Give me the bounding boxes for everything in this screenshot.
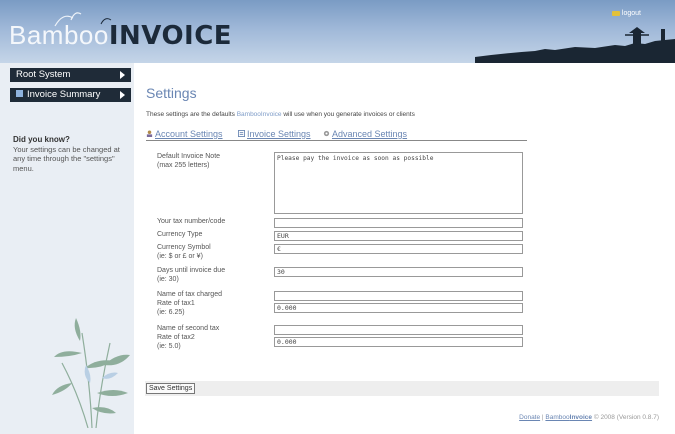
- settings-tabs: Account Settings Invoice Settings Advanc…: [146, 127, 527, 141]
- tax2-name-field[interactable]: [274, 325, 523, 335]
- label-line: Days until invoice due: [157, 267, 226, 274]
- label-hint: (ie: 5.0): [157, 342, 181, 350]
- label-line: Name of second tax: [157, 325, 220, 332]
- tax1-name-field[interactable]: [274, 291, 523, 301]
- tax1-rate-value: 0.000: [277, 304, 297, 312]
- invoice-note-value: Please pay the invoice as soon as possib…: [277, 155, 434, 162]
- account-icon: [146, 130, 153, 138]
- tax1-rate-field[interactable]: 0.000: [274, 303, 523, 313]
- tax2-rate-field[interactable]: 0.000: [274, 337, 523, 347]
- tab-label: Account Settings: [155, 129, 223, 139]
- save-settings-button[interactable]: Save Settings: [146, 383, 196, 394]
- invoice-note-label: Default Invoice Note (max 255 letters): [157, 153, 220, 171]
- currency-type-field[interactable]: EUR: [274, 231, 523, 241]
- sidebar-item-label: Root System: [16, 69, 71, 80]
- chevron-right-icon: [120, 91, 125, 99]
- bamboo-leaf-icon: [54, 12, 112, 27]
- sidebar-item-label: Invoice Summary: [27, 89, 101, 100]
- square-icon: [16, 89, 23, 97]
- label-line: Default Invoice Note: [157, 153, 221, 160]
- footer-copyright: © 2008 (Version 0.8.7): [592, 414, 659, 421]
- sidebar-item-invoice-summary[interactable]: Invoice Summary: [10, 88, 131, 102]
- save-bar: Save Settings: [145, 381, 659, 396]
- currency-type-label: Currency Type: [157, 231, 203, 238]
- label-line: Rate of tax2: [157, 333, 195, 341]
- label-hint: (ie: 30): [157, 275, 179, 283]
- currency-symbol-field[interactable]: €: [274, 244, 523, 254]
- currency-symbol-value: €: [277, 245, 281, 253]
- label-hint: (ie: $ or £ or ¥): [157, 252, 203, 260]
- tax-code-field[interactable]: [274, 218, 523, 228]
- sidebar: Root System Invoice Summary Did you know…: [0, 63, 134, 434]
- footer: Donate | BambooInvoice © 2008 (Version 0…: [519, 414, 659, 421]
- tab-invoice-settings[interactable]: Invoice Settings: [238, 129, 311, 139]
- gear-icon: [323, 131, 330, 137]
- label-line: Name of tax charged: [157, 291, 222, 298]
- tax-code-label: Your tax number/code: [157, 218, 226, 225]
- tax2-label: Name of second tax Rate of tax2 (ie: 5.0…: [157, 325, 219, 352]
- bamboo-invoice-link[interactable]: BambooInvoice: [545, 414, 592, 421]
- currency-symbol-label: Currency Symbol (ie: $ or £ or ¥): [157, 244, 211, 262]
- intro-text-end: will use when you generate invoices or c…: [281, 111, 415, 118]
- tab-label: Advanced Settings: [332, 129, 408, 139]
- label-hint: (max 255 letters): [157, 161, 210, 169]
- logout-label: logout: [621, 10, 641, 17]
- label-hint: (ie: 6.25): [157, 308, 185, 316]
- logout-link[interactable]: logout: [611, 10, 641, 17]
- key-icon: [611, 10, 620, 16]
- chevron-right-icon: [120, 71, 125, 79]
- intro-brand: BambooInvoice: [236, 111, 282, 118]
- tax1-label: Name of tax charged Rate of tax1 (ie: 6.…: [157, 291, 222, 318]
- tab-account-settings[interactable]: Account Settings: [146, 129, 223, 139]
- days-due-value: 30: [277, 268, 285, 276]
- donate-link[interactable]: Donate: [519, 414, 540, 421]
- invoice-note-field[interactable]: Please pay the invoice as soon as possib…: [274, 152, 523, 214]
- skyline-illustration: [475, 27, 675, 63]
- sidebar-item-root-system[interactable]: Root System: [10, 68, 131, 82]
- app-logo: BambooINVOICE: [9, 20, 232, 51]
- footer-brand-part2: Invoice: [569, 414, 593, 421]
- tip-title: Did you know?: [13, 135, 70, 144]
- page-title: Settings: [146, 85, 197, 101]
- footer-brand-part1: Bamboo: [545, 414, 570, 421]
- currency-type-value: EUR: [277, 232, 289, 240]
- label-line: Rate of tax1: [157, 299, 195, 307]
- intro-text: These settings are the defaults BambooIn…: [146, 111, 415, 118]
- logo-text-invoice: INVOICE: [108, 21, 233, 51]
- main-content: Settings These settings are the defaults…: [134, 63, 675, 434]
- invoice-icon: [238, 130, 245, 138]
- did-you-know-box: Did you know? Your settings can be chang…: [13, 135, 127, 173]
- label-line: Currency Symbol: [157, 244, 211, 251]
- tab-advanced-settings[interactable]: Advanced Settings: [323, 129, 407, 139]
- intro-text-start: These settings are the defaults: [146, 111, 237, 118]
- tip-body: Your settings can be changed at any time…: [13, 145, 120, 173]
- bamboo-illustration: [52, 318, 130, 428]
- header: BambooINVOICE logout: [0, 0, 675, 63]
- tab-label: Invoice Settings: [247, 129, 311, 139]
- tax2-rate-value: 0.000: [277, 338, 297, 346]
- days-due-field[interactable]: 30: [274, 267, 523, 277]
- days-due-label: Days until invoice due (ie: 30): [157, 267, 225, 285]
